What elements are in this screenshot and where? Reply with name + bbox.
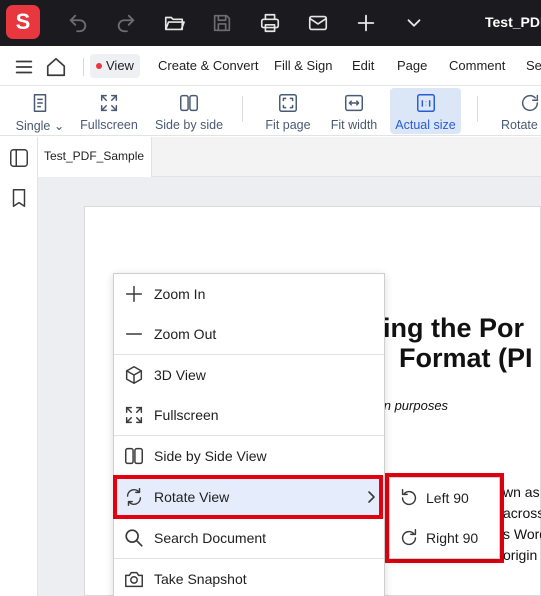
fullscreen-icon	[98, 92, 120, 114]
document-tabs: Test_PDF_Sample	[38, 137, 541, 177]
menu-item-zoom-out[interactable]: Zoom Out	[114, 314, 384, 354]
hamburger-menu-icon[interactable]	[13, 56, 35, 78]
menu-item-label: Side by Side View	[154, 448, 267, 464]
bookmark-icon[interactable]	[8, 187, 30, 209]
tab-fill-sign[interactable]: Fill & Sign	[268, 54, 339, 78]
rotate-view-label: Rotate v	[501, 118, 541, 132]
open-folder-icon[interactable]	[163, 12, 185, 34]
mail-icon[interactable]	[307, 12, 329, 34]
fullscreen-button[interactable]: Fullscreen	[78, 88, 140, 134]
submenu-item-label: Left 90	[426, 490, 469, 506]
document-tab[interactable]: Test_PDF_Sample	[38, 137, 152, 177]
rotate-view-icon	[519, 92, 541, 114]
menu-bar: View Create & Convert Fill & Sign Edit P…	[0, 46, 541, 86]
single-page-button[interactable]: Single ⌄	[10, 88, 70, 134]
submenu-item-label: Right 90	[426, 530, 479, 546]
menu-item-label: Fullscreen	[154, 407, 219, 423]
side-by-side-label: Side by side	[154, 118, 224, 132]
title-bar: S Test_PDF	[0, 0, 541, 46]
menu-item-3d-view[interactable]: 3D View	[114, 355, 384, 395]
menu-item-label: Zoom Out	[154, 326, 217, 342]
fullscreen-label: Fullscreen	[80, 118, 138, 132]
single-page-label: Single ⌄	[15, 119, 65, 133]
side-by-side-icon	[178, 92, 200, 114]
tab-comment[interactable]: Comment	[443, 54, 511, 78]
pdf-body-line: across	[503, 505, 541, 521]
single-page-icon	[29, 92, 51, 114]
submenu-item-right-90[interactable]: Right 90	[390, 518, 499, 558]
search-icon	[123, 527, 145, 549]
menu-item-label: 3D View	[154, 367, 206, 383]
home-icon[interactable]	[45, 56, 67, 78]
active-dot	[96, 62, 102, 69]
print-icon[interactable]	[259, 12, 281, 34]
fit-width-icon	[343, 92, 365, 114]
tab-security[interactable]: Se	[520, 54, 541, 78]
menu-item-label: Take Snapshot	[154, 571, 247, 587]
menu-item-zoom-in[interactable]: Zoom In	[114, 274, 384, 314]
camera-icon	[123, 568, 145, 590]
undo-icon[interactable]	[67, 12, 89, 34]
tab-edit[interactable]: Edit	[346, 54, 380, 78]
panel-toggle-icon[interactable]	[8, 147, 30, 169]
cube-icon	[123, 364, 145, 386]
rotate-view-button[interactable]: Rotate v	[497, 88, 541, 134]
actual-size-icon	[415, 92, 437, 114]
pdf-body-line: origin	[503, 547, 538, 563]
submenu-item-left-90[interactable]: Left 90	[390, 478, 499, 518]
tab-page[interactable]: Page	[391, 54, 433, 78]
side-by-side-icon	[123, 445, 145, 467]
fit-page-button[interactable]: Fit page	[262, 88, 314, 134]
minus-icon	[123, 323, 145, 345]
side-by-side-button[interactable]: Side by side	[152, 88, 226, 134]
chevron-down-icon[interactable]	[403, 12, 425, 34]
pdf-body-line: wn as I	[503, 484, 541, 500]
tab-create-convert[interactable]: Create & Convert	[152, 54, 264, 78]
app-logo[interactable]: S	[6, 5, 40, 39]
context-menu: Zoom In Zoom Out 3D View Fullscreen Side…	[113, 273, 385, 596]
plus-icon	[123, 283, 145, 305]
pdf-heading-line2: Format (PI	[399, 343, 533, 373]
menu-item-side-by-side-view[interactable]: Side by Side View	[114, 436, 384, 476]
pdf-heading-line1: ing the Por	[383, 313, 524, 343]
fullscreen-icon	[123, 404, 145, 426]
rotate-view-highlight-outline	[113, 475, 383, 519]
toolbar-separator	[477, 96, 478, 122]
menu-item-label: Zoom In	[154, 286, 206, 302]
pdf-body-line: s Word	[503, 526, 541, 542]
menu-item-fullscreen[interactable]: Fullscreen	[114, 395, 384, 435]
rotate-right-icon	[398, 527, 420, 549]
menu-item-take-snapshot[interactable]: Take Snapshot	[114, 559, 384, 596]
menu-separator	[83, 58, 84, 76]
rotate-left-icon	[398, 487, 420, 509]
fit-width-button[interactable]: Fit width	[326, 88, 382, 134]
add-icon[interactable]	[355, 12, 377, 34]
menu-item-search-document[interactable]: Search Document	[114, 518, 384, 558]
save-icon[interactable]	[211, 12, 233, 34]
fit-width-label: Fit width	[330, 118, 378, 132]
rotate-submenu: Left 90 Right 90	[389, 477, 500, 559]
side-panel	[0, 137, 38, 596]
menu-item-label: Search Document	[154, 530, 267, 546]
tab-view[interactable]: View	[90, 54, 140, 78]
document-title: Test_PDF	[485, 14, 541, 30]
redo-icon[interactable]	[115, 12, 137, 34]
fit-page-icon	[277, 92, 299, 114]
actual-size-button[interactable]: Actual size	[390, 88, 461, 134]
toolbar-separator	[242, 96, 243, 122]
fit-page-label: Fit page	[265, 118, 311, 132]
actual-size-label: Actual size	[395, 118, 456, 132]
tab-view-label: View	[106, 58, 134, 73]
view-toolbar: Single ⌄ Fullscreen Side by side Fit pag…	[0, 86, 541, 136]
